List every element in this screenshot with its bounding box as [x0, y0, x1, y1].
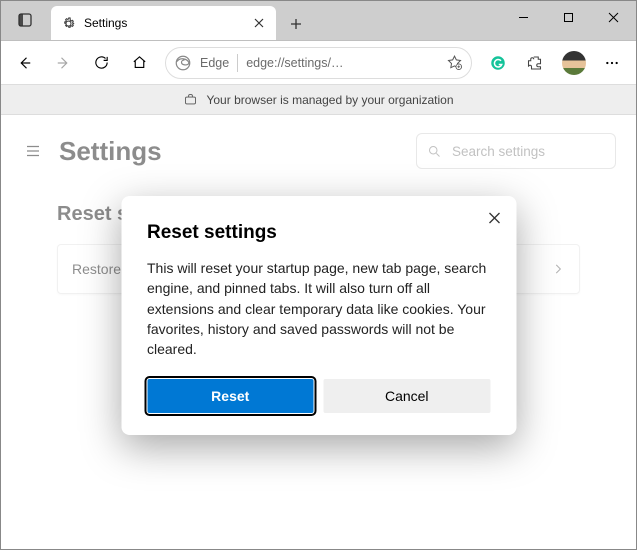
toolbar: Edge edge://settings/…	[1, 41, 636, 85]
address-bar[interactable]: Edge edge://settings/…	[165, 47, 472, 79]
extensions-icon[interactable]	[518, 45, 554, 81]
briefcase-icon	[183, 92, 198, 107]
window-close-button[interactable]	[591, 1, 636, 33]
reset-settings-dialog: Reset settings This will reset your star…	[121, 196, 516, 435]
avatar	[562, 51, 586, 75]
dialog-close-button[interactable]	[484, 208, 504, 228]
favorite-icon[interactable]	[446, 54, 463, 71]
tab-settings[interactable]: Settings	[51, 6, 276, 40]
gear-icon	[61, 16, 76, 31]
refresh-button[interactable]	[83, 45, 119, 81]
address-secure-label: Edge	[200, 56, 229, 70]
new-tab-button[interactable]	[280, 8, 312, 40]
managed-banner: Your browser is managed by your organiza…	[1, 85, 636, 115]
dialog-buttons: Reset Cancel	[147, 379, 490, 413]
tab-close-button[interactable]	[250, 14, 268, 32]
grammarly-icon[interactable]	[480, 45, 516, 81]
maximize-button[interactable]	[546, 1, 591, 33]
more-button[interactable]	[594, 45, 630, 81]
dialog-body: This will reset your startup page, new t…	[147, 258, 490, 359]
address-url: edge://settings/…	[246, 56, 438, 70]
back-button[interactable]	[7, 45, 43, 81]
reset-button[interactable]: Reset	[147, 379, 314, 413]
separator	[237, 54, 238, 72]
window-controls	[501, 1, 636, 33]
managed-text: Your browser is managed by your organiza…	[206, 93, 453, 107]
dialog-title: Reset settings	[147, 222, 490, 244]
tab-bar: Settings	[1, 1, 636, 41]
forward-button[interactable]	[45, 45, 81, 81]
profile-button[interactable]	[556, 45, 592, 81]
tab-title: Settings	[84, 16, 250, 30]
home-button[interactable]	[121, 45, 157, 81]
cancel-button[interactable]: Cancel	[324, 379, 491, 413]
tab-actions-button[interactable]	[5, 4, 45, 36]
minimize-button[interactable]	[501, 1, 546, 33]
edge-logo-icon	[174, 54, 192, 72]
